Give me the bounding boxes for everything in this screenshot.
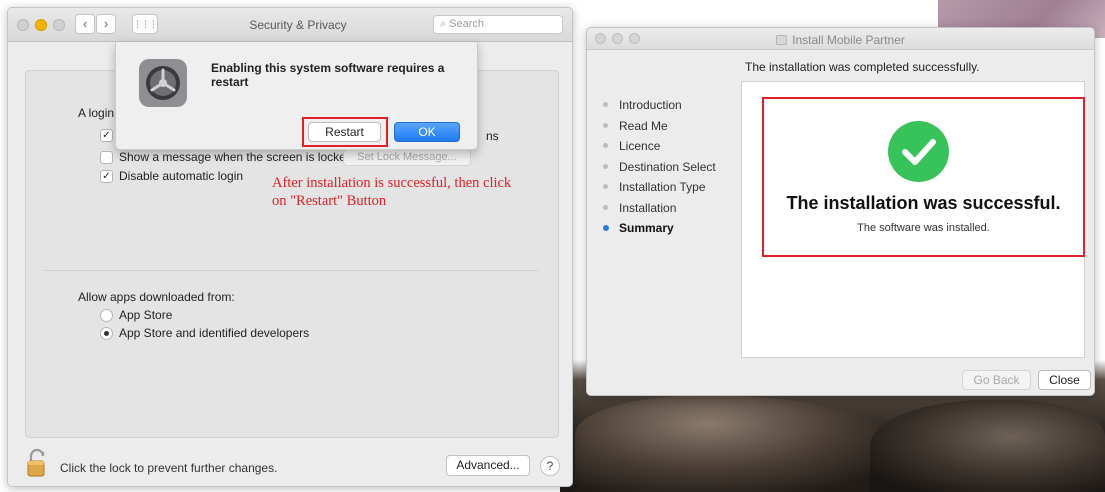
wallpaper-rock — [870, 400, 1105, 492]
step-summary: Summary — [602, 221, 742, 242]
forward-button[interactable]: › — [96, 14, 116, 34]
zoom-window-button[interactable] — [53, 19, 65, 31]
login-label: A login — [78, 106, 115, 120]
ok-button[interactable]: OK — [394, 122, 460, 142]
result-title: The installation was successful. — [786, 193, 1061, 213]
gear-icon — [139, 59, 187, 107]
minimize-window-button[interactable] — [35, 19, 47, 31]
show-message-checkbox[interactable] — [100, 151, 113, 164]
search-placeholder: Search — [449, 18, 485, 30]
disable-auto-login-checkbox[interactable]: ✓ — [100, 170, 113, 183]
radio-app-store[interactable] — [100, 309, 113, 322]
login-option-label-tail: ns — [486, 129, 499, 143]
search-input[interactable]: ⌕ Search — [433, 15, 563, 34]
instruction-annotation: After installation is successful, then c… — [272, 174, 572, 210]
annotation-line-1: After installation is successful, then c… — [272, 175, 512, 191]
set-lock-message-button[interactable]: Set Lock Message... — [343, 149, 471, 166]
window-title: Security & Privacy — [249, 18, 347, 32]
summary-panel: The installation was successful. The sof… — [741, 81, 1085, 358]
success-check-icon — [888, 121, 949, 182]
disable-auto-login-label: Disable automatic login — [119, 169, 244, 183]
close-window-button[interactable] — [17, 19, 29, 31]
restart-button[interactable]: Restart — [308, 122, 381, 142]
back-button[interactable]: ‹ — [75, 14, 95, 34]
titlebar: ‹ › ⋮⋮⋮ Security & Privacy ⌕ Search — [8, 8, 572, 42]
step-licence: Licence — [602, 139, 742, 160]
installer-header: The installation was completed successfu… — [745, 60, 980, 74]
step-read-me: Read Me — [602, 119, 742, 140]
annotation-line-2: on "Restart" Button — [272, 193, 387, 209]
security-privacy-window: ‹ › ⋮⋮⋮ Security & Privacy ⌕ Search A log… — [7, 7, 573, 487]
allow-apps-label: Allow apps downloaded from: — [78, 290, 235, 304]
step-installation: Installation — [602, 201, 742, 222]
advanced-button[interactable]: Advanced... — [446, 455, 530, 476]
alert-message: Enabling this system software requires a… — [211, 61, 445, 89]
installer-title: Install Mobile Partner — [587, 33, 1094, 47]
section-divider — [44, 270, 539, 271]
installer-window: Install Mobile Partner The installation … — [586, 27, 1095, 396]
lock-message: Click the lock to prevent further change… — [60, 461, 278, 475]
radio-identified-developers[interactable] — [100, 327, 113, 340]
result-subtitle: The software was installed. — [857, 222, 990, 234]
radio-app-store-label: App Store — [119, 308, 173, 322]
package-icon — [776, 35, 788, 45]
step-destination-select: Destination Select — [602, 160, 742, 181]
show-message-label: Show a message when the screen is locked — [119, 150, 353, 164]
login-option-checkbox[interactable]: ✓ — [100, 129, 113, 142]
lock-icon[interactable] — [26, 448, 48, 478]
search-icon: ⌕ — [440, 18, 447, 30]
installer-titlebar: Install Mobile Partner — [587, 28, 1094, 50]
show-all-grid-button[interactable]: ⋮⋮⋮ — [132, 14, 158, 34]
checkmark-icon — [902, 139, 936, 165]
installer-title-text: Install Mobile Partner — [792, 33, 905, 47]
go-back-button[interactable]: Go Back — [962, 370, 1031, 390]
help-button[interactable]: ? — [540, 456, 560, 476]
close-button[interactable]: Close — [1038, 370, 1091, 390]
step-installation-type: Installation Type — [602, 180, 742, 201]
radio-identified-developers-label: App Store and identified developers — [119, 326, 310, 340]
grid-icon: ⋮⋮⋮ — [133, 19, 158, 29]
step-introduction: Introduction — [602, 98, 742, 119]
success-highlight-box: The installation was successful. The sof… — [762, 97, 1085, 257]
installer-steps: Introduction Read Me Licence Destination… — [602, 98, 742, 242]
restart-alert-sheet: Enabling this system software requires a… — [115, 42, 478, 150]
